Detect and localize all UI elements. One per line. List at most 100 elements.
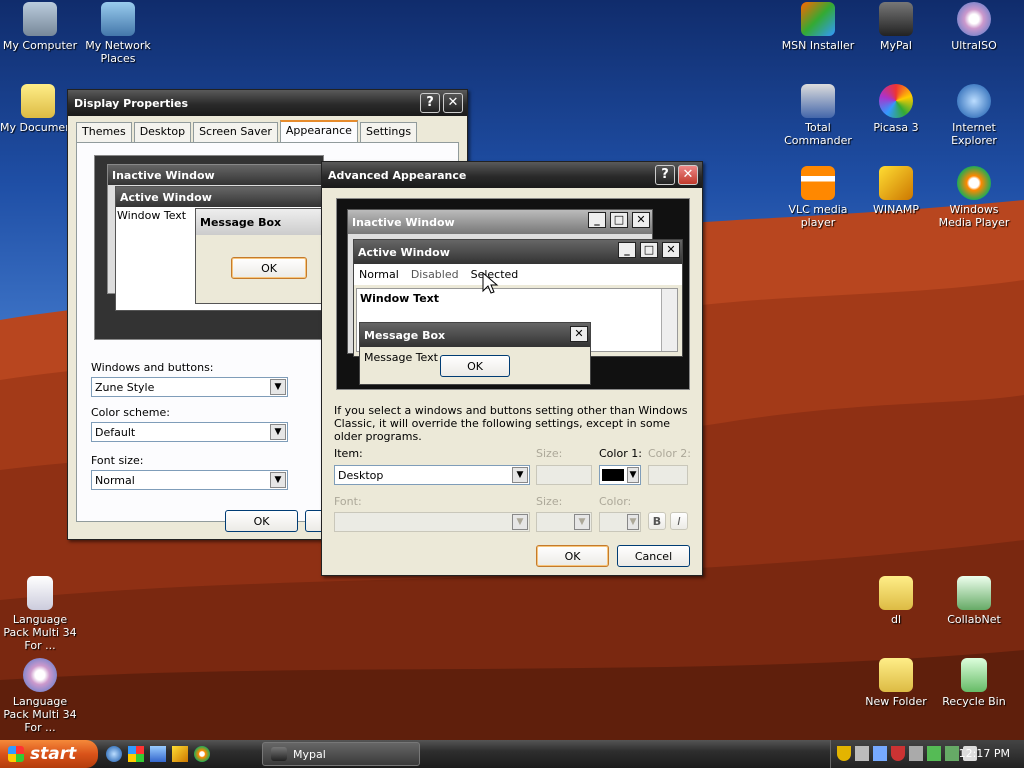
desktop-icon-language-pack-1[interactable]: Language Pack Multi 34 For ...: [0, 576, 80, 652]
desktop-icon-my-documents[interactable]: My Documents: [0, 84, 76, 134]
floppy-icon: [801, 84, 835, 118]
color1-picker[interactable]: ▼: [599, 465, 641, 485]
desktop-icon-collabnet[interactable]: CollabNet: [934, 576, 1014, 626]
close-button[interactable]: ✕: [443, 93, 463, 113]
desktop-icon-ultraiso[interactable]: UltraISO: [934, 2, 1014, 52]
tray-app-icon[interactable]: [945, 746, 959, 761]
printer-icon[interactable]: [909, 746, 923, 761]
green-status-icon[interactable]: [927, 746, 941, 761]
preview-menu-bar: Normal Disabled Selected: [354, 264, 682, 285]
start-button[interactable]: start: [0, 740, 98, 768]
show-desktop-icon[interactable]: [128, 746, 144, 762]
font-color-picker[interactable]: ▼: [599, 512, 641, 532]
explorer-icon[interactable]: [150, 746, 166, 762]
clock[interactable]: 12:17 PM: [959, 747, 1010, 760]
desktop-icon-internet-explorer[interactable]: Internet Explorer: [934, 84, 1014, 147]
chevron-down-icon: ▼: [270, 424, 286, 440]
ie-icon[interactable]: [106, 746, 122, 762]
preview-inactive-title: Inactive Window: [352, 215, 455, 229]
font-size-select[interactable]: ▼: [536, 512, 592, 532]
font-size-select[interactable]: Normal ▼: [91, 470, 288, 490]
desktop-icon-mypal[interactable]: MyPal: [856, 2, 936, 52]
disc-icon: [957, 2, 991, 36]
desktop-icon-my-network-places[interactable]: My Network Places: [78, 2, 158, 65]
computer-icon: [23, 2, 57, 36]
network-icon: [101, 2, 135, 36]
font-select[interactable]: ▼: [334, 512, 530, 532]
desktop-icon-language-pack-2[interactable]: Language Pack Multi 34 For ...: [0, 658, 80, 734]
help-button[interactable]: ?: [420, 93, 440, 113]
desktop-icon-new-folder[interactable]: New Folder: [856, 658, 936, 708]
close-button[interactable]: ✕: [678, 165, 698, 185]
maximize-icon: □: [610, 212, 628, 228]
media-player-icon[interactable]: [194, 746, 210, 762]
ie-icon: [957, 84, 991, 118]
tab-desktop[interactable]: Desktop: [133, 122, 192, 142]
minimize-icon: _: [588, 212, 606, 228]
italic-button[interactable]: I: [670, 512, 688, 530]
font-size-label: Font size:: [91, 454, 144, 467]
picasa-icon: [879, 84, 913, 118]
color2-label: Color 2:: [648, 447, 691, 460]
preview-active-title: Active Window: [358, 245, 450, 259]
advanced-appearance-titlebar[interactable]: Advanced Appearance ? ✕: [322, 162, 702, 188]
color2-picker[interactable]: [648, 465, 688, 485]
network-icon[interactable]: [873, 746, 887, 761]
desktop-icon-msn-installer[interactable]: MSN Installer: [778, 2, 858, 52]
item-label: Item:: [334, 447, 363, 460]
info-text: If you select a windows and buttons sett…: [334, 404, 688, 443]
desktop-icon-winamp[interactable]: WINAMP: [856, 166, 936, 216]
traffic-cone-icon: [801, 166, 835, 200]
chevron-down-icon: ▼: [512, 514, 528, 530]
window-title: Display Properties: [74, 96, 189, 110]
item-select[interactable]: Desktop ▼: [334, 465, 530, 485]
display-properties-titlebar[interactable]: Display Properties ? ✕: [68, 90, 467, 116]
minimize-icon: _: [618, 242, 636, 258]
taskbar-task-mypal[interactable]: Mypal: [262, 742, 420, 766]
tab-appearance[interactable]: Appearance: [279, 120, 358, 142]
desktop-icon-vlc[interactable]: VLC media player: [778, 166, 858, 229]
desktop-icon-windows-media-player[interactable]: Windows Media Player: [934, 166, 1014, 229]
raccoon-icon: [879, 2, 913, 36]
shield-icon[interactable]: [837, 746, 851, 761]
preview-message-box: Message Box OK: [195, 208, 325, 304]
winamp-icon[interactable]: [172, 746, 188, 762]
bold-button[interactable]: B: [648, 512, 666, 530]
size-label: Size:: [536, 447, 563, 460]
ok-button[interactable]: OK: [225, 510, 298, 532]
color-scheme-select[interactable]: Default ▼: [91, 422, 288, 442]
tab-settings[interactable]: Settings: [359, 122, 418, 142]
document-icon: [27, 576, 53, 610]
system-tray: 12:17 PM: [830, 740, 1024, 768]
font-color-label: Color:: [599, 495, 632, 508]
tab-themes[interactable]: Themes: [76, 122, 132, 142]
chevron-down-icon: ▼: [270, 472, 286, 488]
appearance-preview: Inactive Window Active Window Window Tex…: [94, 155, 330, 340]
font-label: Font:: [334, 495, 362, 508]
preview-message-box-title: Message Box: [364, 328, 446, 342]
tab-screen-saver[interactable]: Screen Saver: [193, 122, 278, 142]
collabnet-icon: [957, 576, 991, 610]
chevron-down-icon: ▼: [574, 514, 590, 530]
desktop-icon-dl[interactable]: dl: [856, 576, 936, 626]
size-spinner[interactable]: [536, 465, 592, 485]
cancel-button[interactable]: Cancel: [617, 545, 690, 567]
security-shield-icon[interactable]: [891, 746, 905, 761]
disc-icon: [23, 658, 57, 692]
help-button[interactable]: ?: [655, 165, 675, 185]
color1-label: Color 1:: [599, 447, 642, 460]
ok-button[interactable]: OK: [536, 545, 609, 567]
preview-inactive-title: Inactive Window: [108, 165, 326, 185]
desktop-icon-total-commander[interactable]: Total Commander: [778, 84, 858, 147]
mouse-cursor-icon: [482, 272, 499, 294]
preview-message-box-title: Message Box: [196, 209, 324, 235]
desktop-icon-recycle-bin[interactable]: Recycle Bin: [934, 658, 1014, 708]
key-icon[interactable]: [855, 746, 869, 761]
desktop-icon-picasa[interactable]: Picasa 3: [856, 84, 936, 134]
windows-buttons-label: Windows and buttons:: [91, 361, 214, 374]
desktop-icon-my-computer[interactable]: My Computer: [0, 2, 80, 52]
preview-active-title: Active Window: [116, 187, 329, 207]
preview-scrollbar: [661, 289, 677, 351]
windows-buttons-select[interactable]: Zune Style ▼: [91, 377, 288, 397]
chevron-down-icon: ▼: [512, 467, 528, 483]
